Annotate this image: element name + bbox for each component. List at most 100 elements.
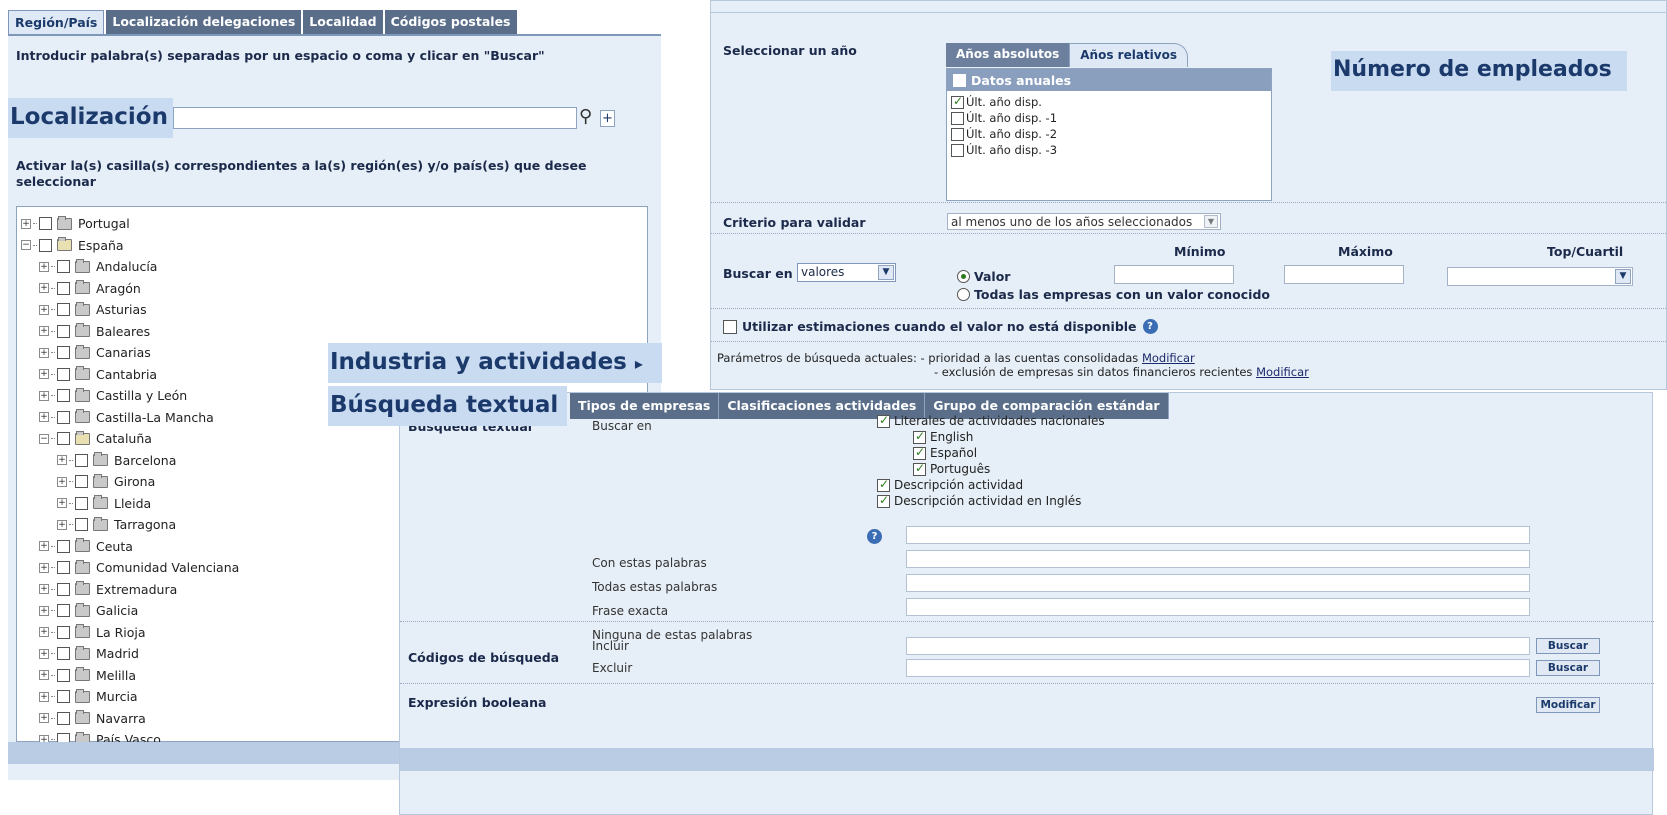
expand-icon[interactable]: +: [39, 648, 49, 659]
tree-node-checkbox[interactable]: [57, 668, 70, 682]
modificar-button[interactable]: Modificar: [1536, 697, 1600, 713]
tree-node-checkbox[interactable]: [57, 346, 70, 360]
tree-node[interactable]: + Andalucía: [21, 256, 647, 278]
search-field-checkbox[interactable]: [913, 445, 926, 460]
tree-node-checkbox[interactable]: [39, 217, 52, 231]
excluir-input[interactable]: [906, 659, 1530, 677]
year-checkbox[interactable]: [951, 127, 964, 141]
tree-node-checkbox[interactable]: [57, 324, 70, 338]
tree-node[interactable]: + Baleares: [21, 321, 647, 343]
expand-icon[interactable]: +: [39, 691, 49, 702]
tab-codigos-postales[interactable]: Códigos postales: [384, 10, 517, 34]
expand-icon[interactable]: +: [39, 584, 49, 595]
expand-icon[interactable]: +: [39, 304, 49, 315]
buscar-incluir-button[interactable]: Buscar: [1536, 638, 1600, 654]
expand-icon[interactable]: +: [39, 541, 49, 552]
expand-icon[interactable]: +: [39, 390, 49, 401]
tree-node-checkbox[interactable]: [57, 711, 70, 725]
year-option[interactable]: Últ. año disp. -1: [947, 110, 1271, 126]
criterio-select[interactable]: al menos uno de los años seleccionados ▼: [947, 213, 1221, 230]
tree-node-checkbox[interactable]: [57, 260, 70, 274]
tree-node[interactable]: + Portugal: [21, 213, 647, 235]
expand-icon[interactable]: +: [39, 670, 49, 681]
tree-node-checkbox[interactable]: [57, 410, 70, 424]
search-field-checkbox[interactable]: [877, 493, 890, 508]
search-field-option[interactable]: Descripción actividad: [877, 477, 1023, 492]
modificar-link-2[interactable]: Modificar: [1256, 365, 1309, 379]
expand-icon[interactable]: +: [39, 412, 49, 423]
buscar-excluir-button[interactable]: Buscar: [1536, 660, 1600, 676]
search-field-checkbox[interactable]: [877, 413, 890, 428]
modificar-link-1[interactable]: Modificar: [1142, 351, 1195, 365]
search-field-option[interactable]: English: [913, 429, 973, 444]
expand-icon[interactable]: +: [39, 369, 49, 380]
maximo-input[interactable]: [1284, 265, 1404, 284]
add-plus-button[interactable]: +: [600, 110, 615, 127]
expand-icon[interactable]: +: [39, 562, 49, 573]
tree-node[interactable]: − España: [21, 235, 647, 257]
tab-anos-relativos[interactable]: Años relativos: [1069, 43, 1188, 67]
tree-node-checkbox[interactable]: [39, 238, 52, 252]
expand-icon[interactable]: +: [57, 519, 67, 530]
tab-region-pais[interactable]: Región/País: [8, 10, 105, 34]
incluir-input[interactable]: [906, 637, 1530, 655]
ninguna-palabras-input[interactable]: [906, 598, 1530, 616]
top-cuartil-select[interactable]: ▼: [1447, 267, 1633, 286]
year-checkbox[interactable]: [951, 143, 964, 157]
buscar-en-select[interactable]: valores ▼: [797, 263, 896, 282]
todas-estas-palabras-input[interactable]: [906, 550, 1530, 568]
search-field-option[interactable]: Descripción actividad en Inglés: [877, 493, 1081, 508]
search-field-checkbox[interactable]: [913, 461, 926, 476]
year-checkbox[interactable]: [951, 111, 964, 125]
radio-valor[interactable]: Valor: [957, 269, 1010, 284]
search-field-checkbox[interactable]: [877, 477, 890, 492]
expand-icon[interactable]: +: [57, 476, 67, 487]
expand-icon[interactable]: +: [39, 347, 49, 358]
tree-node-checkbox[interactable]: [57, 561, 70, 575]
localizacion-search-input[interactable]: [173, 107, 577, 129]
frase-exacta-input[interactable]: [906, 574, 1530, 592]
tree-node-checkbox[interactable]: [57, 625, 70, 639]
tree-node-checkbox[interactable]: [57, 281, 70, 295]
search-field-checkbox[interactable]: [913, 429, 926, 444]
expand-icon[interactable]: +: [21, 218, 31, 229]
collapse-icon[interactable]: −: [21, 240, 31, 251]
tree-node-checkbox[interactable]: [75, 496, 88, 510]
tree-node-checkbox[interactable]: [57, 539, 70, 553]
tab-localidad[interactable]: Localidad: [303, 10, 383, 34]
tree-node-checkbox[interactable]: [57, 690, 70, 704]
tree-node-checkbox[interactable]: [57, 367, 70, 381]
expand-icon[interactable]: +: [57, 455, 67, 466]
con-estas-palabras-input[interactable]: [906, 526, 1530, 544]
year-option[interactable]: Últ. año disp. -2: [947, 126, 1271, 142]
tree-node-checkbox[interactable]: [57, 582, 70, 596]
tree-node-checkbox[interactable]: [75, 475, 88, 489]
tree-node[interactable]: + Aragón: [21, 278, 647, 300]
expand-icon[interactable]: +: [39, 283, 49, 294]
tree-node-checkbox[interactable]: [75, 453, 88, 467]
tree-node-checkbox[interactable]: [57, 647, 70, 661]
tree-node-checkbox[interactable]: [57, 389, 70, 403]
search-field-option[interactable]: Español: [913, 445, 977, 460]
year-option[interactable]: Últ. año disp. -3: [947, 142, 1271, 158]
help-icon[interactable]: ?: [1142, 319, 1158, 334]
tree-node-checkbox[interactable]: [57, 303, 70, 317]
tab-tipos-empresas[interactable]: Tipos de empresas: [570, 393, 720, 419]
expand-icon[interactable]: +: [39, 605, 49, 616]
datos-anuales-checkbox[interactable]: [953, 73, 966, 87]
help-icon[interactable]: ?: [867, 529, 882, 544]
year-option[interactable]: Últ. año disp.: [947, 94, 1271, 110]
expand-icon[interactable]: +: [39, 627, 49, 638]
tab-anos-absolutos[interactable]: Años absolutos: [946, 43, 1070, 67]
expand-icon[interactable]: +: [57, 498, 67, 509]
search-icon[interactable]: ⚲: [579, 107, 597, 129]
collapse-icon[interactable]: −: [39, 433, 49, 444]
search-field-option[interactable]: Português: [913, 461, 990, 476]
tree-node-checkbox[interactable]: [57, 604, 70, 618]
radio-todas-empresas[interactable]: Todas las empresas con un valor conocido: [957, 287, 1270, 302]
year-checkbox[interactable]: [951, 94, 964, 109]
estimaciones-checkbox[interactable]: [723, 319, 737, 334]
tree-node-checkbox[interactable]: [57, 432, 70, 446]
search-field-option[interactable]: Literales de actividades nacionales: [877, 413, 1105, 428]
tree-node[interactable]: + Asturias: [21, 299, 647, 321]
